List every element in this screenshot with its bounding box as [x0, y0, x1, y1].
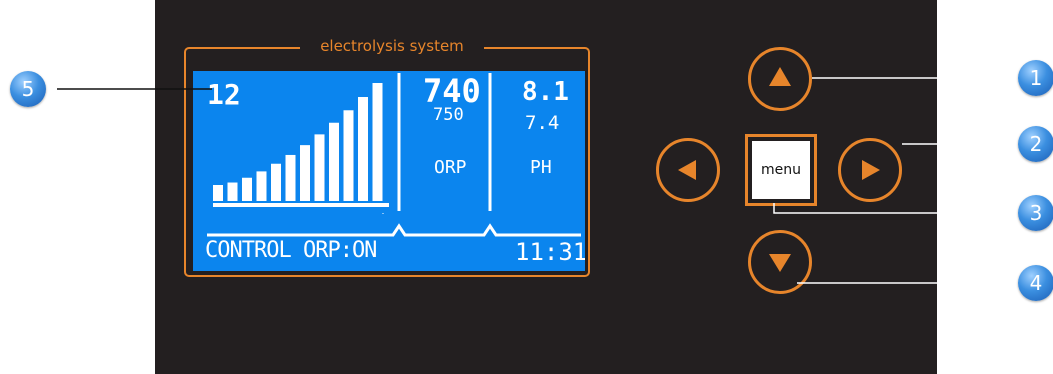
callout-1: 1 — [1018, 60, 1053, 96]
callout-3: 3 — [1018, 195, 1053, 231]
control-panel-figure: electrolysis system 12 740 750 ORP 8.1 7… — [0, 0, 1053, 374]
callout-4: 4 — [1018, 265, 1053, 301]
callout-2: 2 — [1018, 126, 1053, 162]
callout-5: 5 — [10, 71, 46, 107]
callout-leader-lines — [57, 77, 1018, 284]
